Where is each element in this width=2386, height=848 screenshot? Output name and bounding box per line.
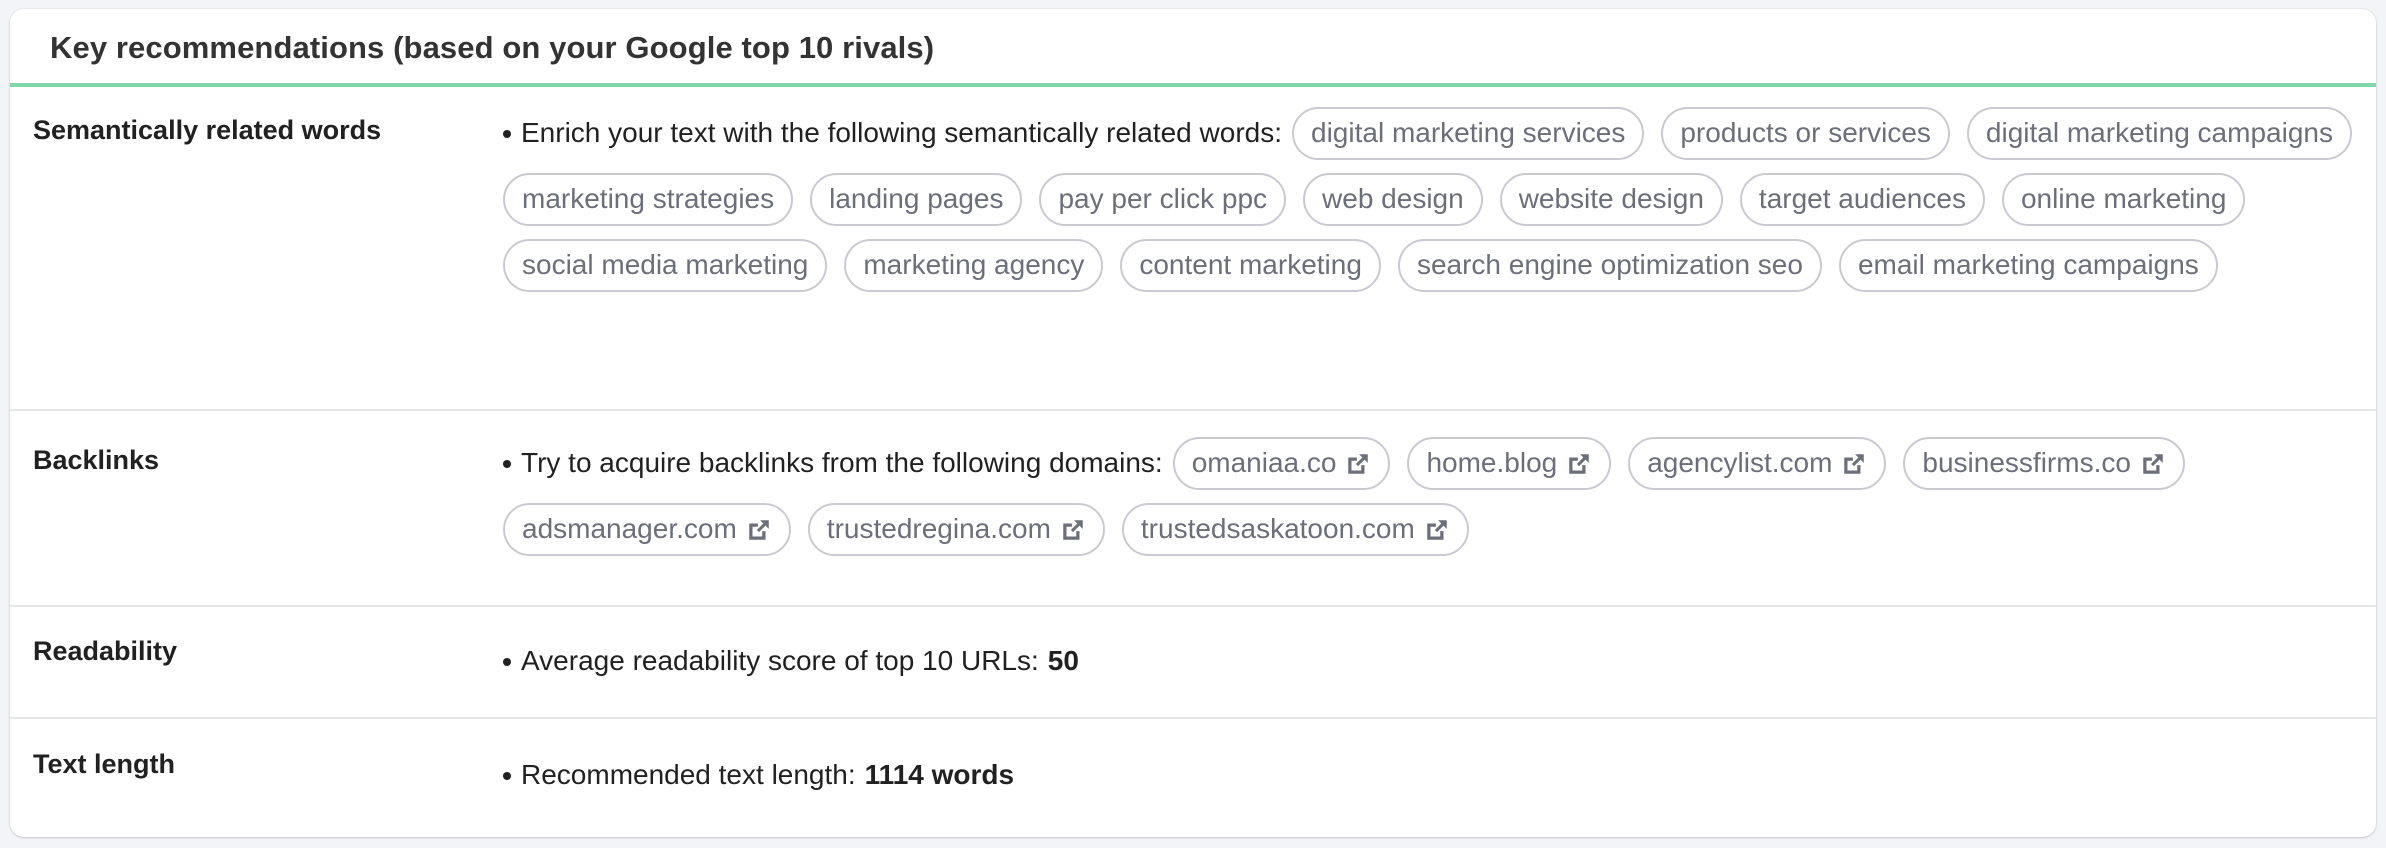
bullet-icon [503,460,511,469]
backlink-domain-text: home.blog [1426,447,1558,479]
text-length-line: Recommended text length: 1114 words [503,757,2363,793]
backlinks-intro-text: Try to acquire backlinks from the follow… [521,447,1163,479]
text-length-label: Text length [33,749,176,779]
external-link-icon [1060,517,1086,543]
bullet-icon [503,772,511,781]
semantic-word-tag[interactable]: marketing strategies [503,173,794,226]
backlink-domain-link[interactable]: trustedregina.com [807,503,1105,556]
readability-row: Readability Average readability score of… [10,607,2376,719]
text-length-text: Recommended text length: 1114 words [503,757,1014,793]
semantic-word-tag[interactable]: email marketing campaigns [1838,239,2218,292]
text-length-value: 1114 words [864,759,1015,790]
backlink-domain-text: adsmanager.com [522,513,737,545]
semantic-word-tag[interactable]: social media marketing [503,239,828,292]
semantic-word-tag[interactable]: digital marketing services [1292,107,1645,160]
semantic-words-list: Enrich your text with the following sema… [503,107,2363,292]
readability-score: 50 [1047,645,1079,676]
semantic-word-tag[interactable]: website design [1499,173,1723,226]
backlinks-intro: Try to acquire backlinks from the follow… [503,445,1163,481]
semantic-words-content: Enrich your text with the following sema… [503,87,2376,409]
backlink-domain-link[interactable]: businessfirms.co [1903,437,2185,490]
external-link-icon [746,517,772,543]
external-link-icon [1566,451,1592,477]
backlink-domain-text: trustedregina.com [826,513,1051,545]
external-link-icon [1424,517,1450,543]
backlink-domain-link[interactable]: agencylist.com [1628,437,1887,490]
card-title: Key recommendations (based on your Googl… [50,30,935,65]
semantic-intro-text: Enrich your text with the following sema… [521,117,1283,149]
card-header: Key recommendations (based on your Googl… [10,9,2376,87]
backlinks-row: Backlinks Try to acquire backlinks from … [10,411,2376,607]
semantic-words-intro: Enrich your text with the following sema… [503,115,1282,151]
backlink-domain-text: agencylist.com [1647,447,1833,479]
backlink-domain-text: trustedsaskatoon.com [1140,513,1415,545]
semantic-words-label: Semantically related words [33,115,382,145]
semantic-words-row: Semantically related words Enrich your t… [10,87,2376,411]
backlink-domain-link[interactable]: home.blog [1407,437,1612,490]
readability-text: Average readability score of top 10 URLs… [503,643,1079,679]
semantic-word-tag[interactable]: target audiences [1739,173,1985,226]
semantic-word-tag[interactable]: digital marketing campaigns [1966,107,2352,160]
readability-label: Readability [33,636,178,666]
semantic-word-tag[interactable]: content marketing [1120,239,1381,292]
backlinks-content: Try to acquire backlinks from the follow… [503,411,2376,605]
key-recommendations-card: Key recommendations (based on your Googl… [10,9,2376,837]
semantic-word-tag[interactable]: marketing agency [844,239,1104,292]
bullet-icon [503,130,511,139]
backlink-domain-link[interactable]: omaniaa.co [1172,437,1391,490]
text-length-content: Recommended text length: 1114 words [503,719,2376,832]
backlinks-label: Backlinks [33,445,160,475]
backlink-domain-link[interactable]: adsmanager.com [503,503,791,556]
semantic-word-tag[interactable]: online marketing [2001,173,2246,226]
bullet-icon [503,658,511,667]
external-link-icon [1345,451,1371,477]
readability-line: Average readability score of top 10 URLs… [503,643,2363,679]
semantic-word-tag[interactable]: web design [1303,173,1483,226]
backlink-domains-list: Try to acquire backlinks from the follow… [503,437,2363,556]
backlink-domain-text: businessfirms.co [1922,447,2131,479]
text-length-description: Recommended text length: [521,759,856,790]
semantic-word-tag[interactable]: pay per click ppc [1039,173,1287,226]
semantic-word-tag[interactable]: landing pages [810,173,1023,226]
backlink-domain-text: omaniaa.co [1191,447,1337,479]
backlink-domain-link[interactable]: trustedsaskatoon.com [1121,503,1469,556]
readability-description: Average readability score of top 10 URLs… [521,645,1039,676]
text-length-row: Text length Recommended text length: 111… [10,719,2376,832]
external-link-icon [2140,451,2166,477]
semantic-word-tag[interactable]: products or services [1661,107,1950,160]
external-link-icon [1841,451,1867,477]
semantic-word-tag[interactable]: search engine optimization seo [1397,239,1822,292]
readability-content: Average readability score of top 10 URLs… [503,607,2376,717]
